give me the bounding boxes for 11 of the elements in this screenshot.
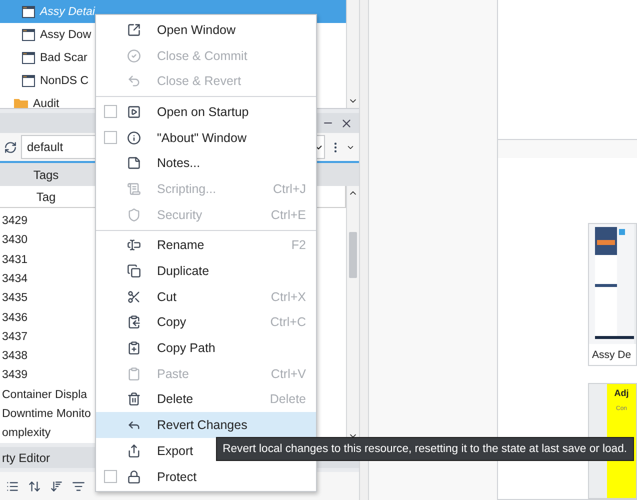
- shortcut-text: Ctrl+E: [270, 208, 306, 222]
- thumbnail-heading: Adj: [614, 388, 629, 398]
- shortcut-text: Ctrl+C: [270, 315, 306, 330]
- shortcut-text: Delete: [270, 392, 306, 406]
- shortcut-text: Ctrl+X: [270, 290, 306, 304]
- tooltip: Revert local changes to this resource, resetting it to the state at last save or load.: [216, 437, 634, 461]
- shortcut-text: F2: [291, 238, 306, 252]
- thumbnail-label: Assy De: [589, 344, 636, 365]
- shortcut-text: Ctrl+V: [270, 366, 306, 381]
- panel-title: rty Editor: [2, 450, 50, 464]
- shortcut-text: Ctrl+J: [273, 182, 306, 196]
